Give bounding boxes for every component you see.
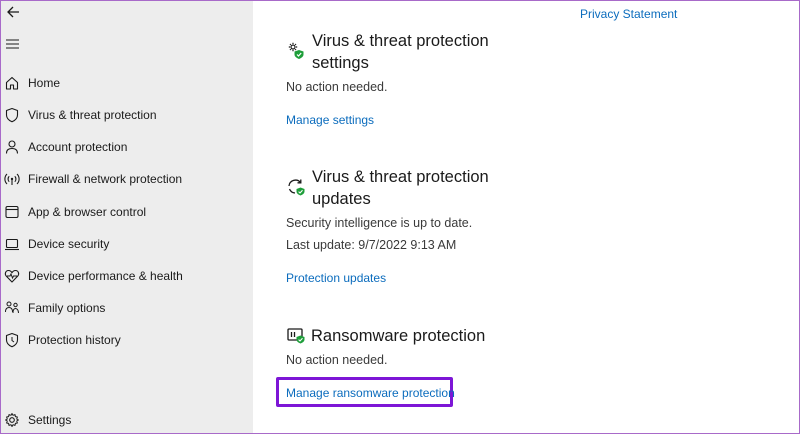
family-icon bbox=[5, 301, 19, 314]
manage-ransomware-protection-link[interactable]: Manage ransomware protection bbox=[286, 386, 455, 400]
home-icon bbox=[5, 76, 19, 90]
sidebar-item-home[interactable]: Home bbox=[1, 68, 253, 98]
sidebar-item-virus-threat-protection[interactable]: Virus & threat protection bbox=[1, 100, 253, 130]
sidebar-item-app-browser-control[interactable]: App & browser control bbox=[1, 197, 253, 227]
refresh-check-icon bbox=[288, 179, 305, 196]
privacy-statement-link[interactable]: Privacy Statement bbox=[580, 7, 677, 21]
app-window-icon bbox=[5, 205, 19, 219]
sidebar-item-settings[interactable]: Settings bbox=[1, 405, 253, 433]
sidebar-item-label: Home bbox=[28, 76, 61, 90]
gear-icon bbox=[5, 413, 19, 427]
heart-pulse-icon bbox=[4, 269, 20, 283]
sidebar-item-device-performance-health[interactable]: Device performance & health bbox=[1, 261, 253, 291]
back-arrow-icon bbox=[7, 6, 19, 18]
sidebar-item-family-options[interactable]: Family options bbox=[1, 293, 253, 323]
settings-gear-check-icon bbox=[288, 42, 304, 59]
manage-settings-link[interactable]: Manage settings bbox=[286, 113, 374, 127]
section-title: Ransomware protection bbox=[311, 327, 486, 345]
wifi-antenna-icon bbox=[4, 173, 20, 185]
laptop-icon bbox=[5, 238, 19, 251]
protection-updates-link[interactable]: Protection updates bbox=[286, 271, 386, 285]
sidebar-item-label: Device performance & health bbox=[28, 269, 183, 283]
shield-icon bbox=[5, 107, 19, 123]
main-content: Privacy Statement Virus & threat protect… bbox=[253, 1, 799, 433]
sidebar-item-label: Device security bbox=[28, 237, 110, 251]
history-icon bbox=[5, 332, 19, 348]
sidebar: Home Virus & threat protection Account p… bbox=[1, 1, 253, 433]
sidebar-item-settings-label: Settings bbox=[28, 413, 72, 427]
section-status-text: No action needed. bbox=[286, 353, 388, 367]
sidebar-item-label: Protection history bbox=[28, 333, 121, 347]
section-status-text: Security intelligence is up to date. bbox=[286, 216, 473, 230]
section-title: Virus & threat protection updates bbox=[312, 168, 489, 208]
person-icon bbox=[5, 140, 19, 154]
sidebar-item-device-security[interactable]: Device security bbox=[1, 229, 253, 259]
section-title: Virus & threat protection settings bbox=[312, 32, 489, 72]
sidebar-item-firewall-network-protection[interactable]: Firewall & network protection bbox=[1, 164, 253, 194]
sidebar-item-account-protection[interactable]: Account protection bbox=[1, 132, 253, 162]
last-update-text: Last update: 9/7/2022 9:13 AM bbox=[286, 238, 457, 252]
sidebar-item-label: Firewall & network protection bbox=[28, 172, 183, 186]
sidebar-item-protection-history[interactable]: Protection history bbox=[1, 325, 253, 355]
sidebar-item-label: Family options bbox=[28, 301, 106, 315]
hamburger-icon bbox=[6, 39, 19, 49]
sidebar-item-label: Virus & threat protection bbox=[28, 108, 157, 122]
menu-button[interactable] bbox=[4, 36, 22, 52]
section-status-text: No action needed. bbox=[286, 80, 388, 94]
window: Home Virus & threat protection Account p… bbox=[0, 0, 800, 434]
ransomware-folder-icon bbox=[287, 328, 305, 344]
sidebar-item-label: App & browser control bbox=[28, 205, 147, 219]
back-button[interactable] bbox=[4, 2, 24, 22]
sidebar-item-label: Account protection bbox=[28, 140, 128, 154]
